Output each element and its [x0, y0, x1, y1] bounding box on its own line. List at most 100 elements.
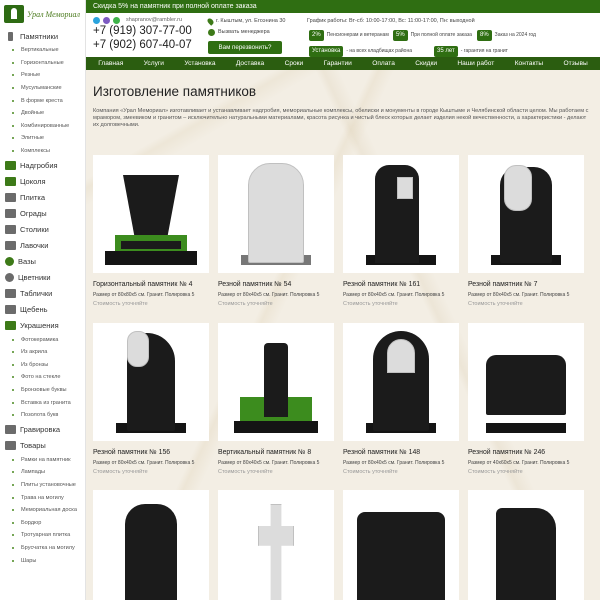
sidebar-subitem[interactable]: Из бронзы	[0, 359, 85, 372]
sidebar-subitem[interactable]: Фото на стекле	[0, 371, 85, 384]
callback-button[interactable]: Вам перезвонить?	[208, 41, 282, 54]
product-image[interactable]	[218, 490, 334, 600]
product-card[interactable]: Резной памятник № 7 Размер от 80x40x5 см.…	[468, 155, 584, 307]
product-image[interactable]	[93, 155, 209, 273]
sidebar-subitem[interactable]: Брусчатка на могилу	[0, 542, 85, 555]
sidebar-subitem[interactable]: Шары	[0, 554, 85, 567]
product-card[interactable]	[218, 490, 334, 600]
product-title[interactable]: Резной памятник № 148	[343, 449, 459, 456]
product-card[interactable]	[468, 490, 584, 600]
nav-item[interactable]: Контакты	[515, 60, 543, 67]
product-image[interactable]	[343, 323, 459, 441]
sidebar-subitem[interactable]: Фотокерамика	[0, 333, 85, 346]
sidebar-item-bench[interactable]: Лавочки	[0, 237, 85, 253]
sidebar-subitem[interactable]: Мемориальная доска	[0, 504, 85, 517]
sidebar-item-label: Цветники	[18, 272, 51, 282]
product-title[interactable]: Резной памятник № 7	[468, 281, 584, 288]
product-title[interactable]: Резной памятник № 161	[343, 281, 459, 288]
product-image[interactable]	[343, 490, 459, 600]
discount-badge-full-payment: 5%	[393, 30, 408, 41]
nav-item[interactable]: Главная	[98, 60, 123, 67]
sidebar-item-vase[interactable]: Вазы	[0, 253, 85, 269]
sidebar-subitem[interactable]: Бронзовые буквы	[0, 384, 85, 397]
email-link[interactable]: shapranov@rambler.ru	[126, 17, 182, 23]
product-image[interactable]	[93, 323, 209, 441]
product-card[interactable]	[343, 490, 459, 600]
nav-item[interactable]: Установка	[184, 60, 215, 67]
sidebar-item-monument[interactable]: Памятники	[0, 28, 85, 44]
product-card[interactable]: Резной памятник № 246 Размер от 40x60x5 с…	[468, 323, 584, 475]
sidebar-item-fence[interactable]: Ограды	[0, 205, 85, 221]
product-card[interactable]	[93, 490, 209, 600]
sidebar-item-label: Украшения	[20, 320, 59, 330]
sidebar-subitem[interactable]: Позолота букв	[0, 409, 85, 422]
sidebar-subitem[interactable]: Лампады	[0, 466, 85, 479]
nav-item[interactable]: Отзывы	[564, 60, 588, 67]
fence-icon	[5, 208, 16, 218]
nav-item[interactable]: Наши работ	[457, 60, 494, 67]
product-image[interactable]	[468, 155, 584, 273]
product-image[interactable]	[468, 490, 584, 600]
sidebar-subitem[interactable]: Комбинированные	[0, 120, 85, 133]
logo[interactable]: Урал Мемориал	[0, 0, 85, 28]
product-title[interactable]: Вертикальный памятник № 8	[218, 449, 334, 456]
phone-2[interactable]: +7 (902) 607-40-07	[93, 38, 192, 52]
sidebar-item-engraving[interactable]: Гравировка	[0, 422, 85, 438]
product-card[interactable]: Горизонтальный памятник № 4 Размер от 80x…	[93, 155, 209, 307]
product-image[interactable]	[93, 490, 209, 600]
product-title[interactable]: Горизонтальный памятник № 4	[93, 281, 209, 288]
product-image[interactable]	[218, 323, 334, 441]
nav-item[interactable]: Гарантии	[324, 60, 352, 67]
sidebar-item-plinth[interactable]: Цоколя	[0, 173, 85, 189]
sidebar-item-goods[interactable]: Товары	[0, 438, 85, 454]
sidebar-item-table[interactable]: Столики	[0, 221, 85, 237]
sidebar-item-tile[interactable]: Плитка	[0, 189, 85, 205]
product-card[interactable]: Резной памятник № 161 Размер от 80x40x5 с…	[343, 155, 459, 307]
product-desc: Размер от 80x40x5 см. Гранит. Полировка …	[218, 460, 320, 466]
sidebar-subitem[interactable]: Из акрила	[0, 346, 85, 359]
product-image[interactable]	[343, 155, 459, 273]
product-card[interactable]: Вертикальный памятник № 8 Размер от 80x40…	[218, 323, 334, 475]
promo-bar[interactable]: Скидка 5% на памятник при полной оплате …	[86, 0, 600, 13]
sidebar-subitem[interactable]: Тротуарная плитка	[0, 529, 85, 542]
sidebar-item-tombstone[interactable]: Надгробия	[0, 157, 85, 173]
product-image[interactable]	[218, 155, 334, 273]
call-manager-link[interactable]: Вызвать менеджера	[218, 29, 270, 35]
sidebar-subitem[interactable]: Трава на могилу	[0, 491, 85, 504]
sidebar-subitem[interactable]: Бордюр	[0, 516, 85, 529]
sidebar-subitem[interactable]: Вставка из гранита	[0, 396, 85, 409]
product-card[interactable]: Резной памятник № 54 Размер от 80x40x5 см…	[218, 155, 334, 307]
bench-icon	[5, 240, 16, 250]
nav-item[interactable]: Скидки	[415, 60, 437, 67]
product-desc: Размер от 80x40x5 см. Гранит. Полировка …	[468, 292, 570, 298]
sidebar-subitem[interactable]: Двойные	[0, 107, 85, 120]
product-image[interactable]	[468, 323, 584, 441]
nav-item[interactable]: Услуги	[144, 60, 164, 67]
whatsapp-icon[interactable]	[113, 16, 120, 24]
sidebar-item-plaque[interactable]: Таблички	[0, 285, 85, 301]
sidebar-item-gravel[interactable]: Щебень	[0, 301, 85, 317]
phone-1[interactable]: +7 (919) 307-77-00	[93, 24, 192, 38]
sidebar-subitem[interactable]: Комплексы	[0, 145, 85, 158]
sidebar-subitem[interactable]: Элитные	[0, 132, 85, 145]
sidebar-subitem[interactable]: В форме креста	[0, 94, 85, 107]
product-title[interactable]: Резной памятник № 246	[468, 449, 584, 456]
sidebar-subitem[interactable]: Вертикальные	[0, 44, 85, 57]
product-card[interactable]: Резной памятник № 156 Размер от 80x40x5 с…	[93, 323, 209, 475]
sidebar-subitem[interactable]: Резные	[0, 69, 85, 82]
product-title[interactable]: Резной памятник № 156	[93, 449, 209, 456]
nav-item[interactable]: Сроки	[285, 60, 304, 67]
product-card[interactable]: Резной памятник № 148 Размер от 80x40x5 с…	[343, 323, 459, 475]
nav-item[interactable]: Доставка	[236, 60, 264, 67]
sidebar-subitem[interactable]: Горизонтальные	[0, 57, 85, 70]
sidebar-item-decoration[interactable]: Украшения	[0, 317, 85, 333]
nav-item[interactable]: Оплата	[372, 60, 395, 67]
sidebar-subitem[interactable]: Мусульманские	[0, 82, 85, 95]
product-title[interactable]: Резной памятник № 54	[218, 281, 334, 288]
telegram-icon[interactable]	[93, 16, 100, 24]
sidebar-subitem[interactable]: Плиты установочные	[0, 479, 85, 492]
sidebar-subitem[interactable]: Рамки на памятник	[0, 454, 85, 467]
product-price: Стоимость уточняйте	[218, 469, 273, 475]
sidebar-item-flowerbed[interactable]: Цветники	[0, 269, 85, 285]
viber-icon[interactable]	[103, 16, 110, 24]
